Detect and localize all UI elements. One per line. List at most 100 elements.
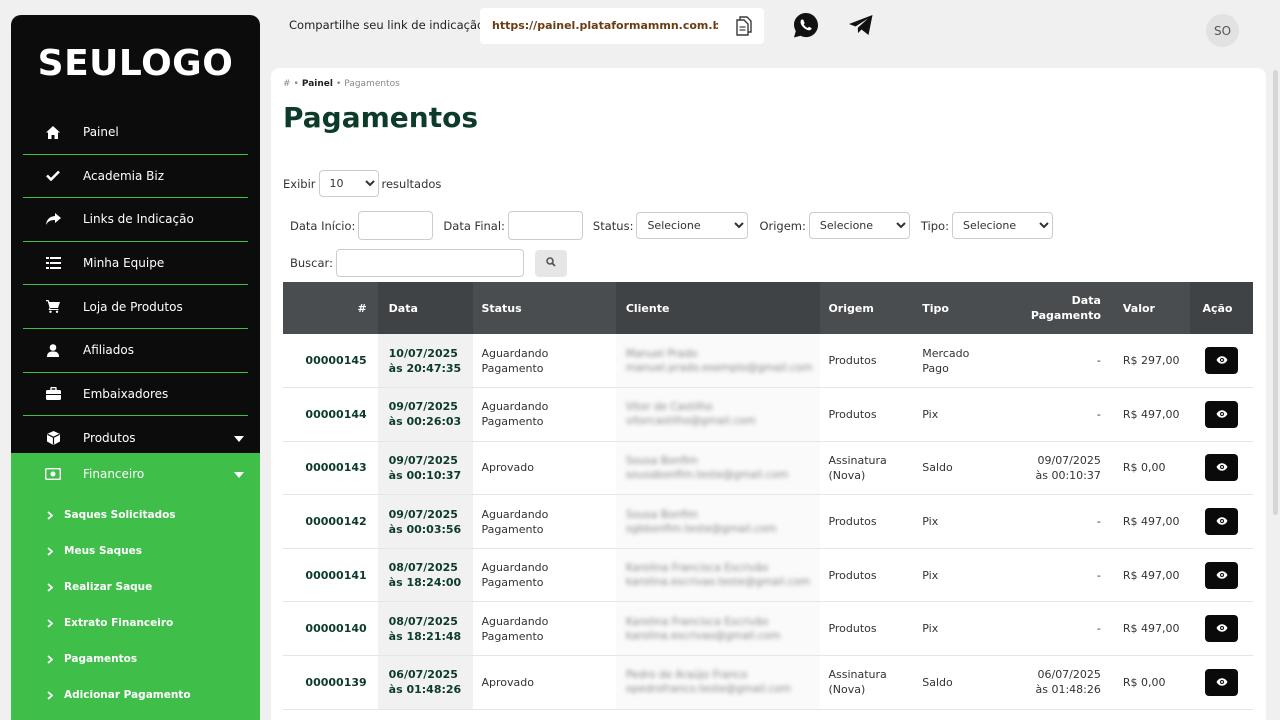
sidebar-item-embaixadores[interactable]: Embaixadores xyxy=(23,373,248,417)
cell-origin: Assinatura (Nova) xyxy=(820,656,914,710)
date-end-label: Data Final: xyxy=(443,218,505,233)
cell-date: 09/07/2025 às 00:10:37 xyxy=(377,441,474,495)
breadcrumb-separator: • xyxy=(335,79,342,89)
page-title: Pagamentos xyxy=(283,101,478,134)
chevron-right-icon xyxy=(47,546,53,556)
cell-origin-line1: Produtos xyxy=(828,515,877,529)
cell-date-time: às 01:48:26 xyxy=(388,683,462,697)
cell-type: Pix xyxy=(914,602,1000,656)
view-button[interactable] xyxy=(1205,454,1239,482)
cell-id[interactable]: 00000142 xyxy=(283,495,378,549)
submenu-item-saques-solicitados[interactable]: Saques Solicitados xyxy=(11,497,260,533)
cell-date-time: às 18:24:00 xyxy=(388,576,462,590)
table-row: 00000142 09/07/2025 às 00:03:56 Aguardando … xyxy=(283,494,1253,549)
sidebar-menu: Painel Academia Biz Links de Indicação M… xyxy=(11,111,260,460)
type-select[interactable]: Selecione xyxy=(951,212,1053,239)
col-header-action: Ação xyxy=(1190,282,1253,334)
date-start-input[interactable] xyxy=(358,211,434,240)
search-button[interactable] xyxy=(534,249,567,277)
sidebar-item-loja[interactable]: Loja de Produtos xyxy=(23,285,248,329)
show-label: Exibir xyxy=(283,176,316,191)
search-icon xyxy=(546,256,556,270)
cell-id[interactable]: 00000139 xyxy=(283,656,378,710)
view-button[interactable] xyxy=(1205,668,1239,696)
submenu-item-pagamentos[interactable]: Pagamentos xyxy=(11,641,260,677)
origin-select[interactable]: Selecione xyxy=(808,212,910,239)
submenu-item-adicionar-pagamento[interactable]: Adicionar Pagamento xyxy=(11,677,260,713)
col-header-status[interactable]: Status xyxy=(473,282,615,334)
cell-type-line1: Saldo xyxy=(922,675,953,689)
submenu-item-label: Saques Solicitados xyxy=(64,509,176,521)
breadcrumb-painel[interactable]: Painel xyxy=(302,79,333,89)
cell-paid-date-day: - xyxy=(1096,354,1101,368)
client-email: karolina.escrivao.teste@gmail.com xyxy=(625,576,811,589)
avatar[interactable]: SO xyxy=(1206,14,1239,47)
cell-paid-date-time: às 01:48:26 xyxy=(1035,683,1101,697)
sidebar-item-label: Painel xyxy=(83,125,119,140)
sidebar-item-links[interactable]: Links de Indicação xyxy=(23,198,248,242)
share-link-url[interactable]: https://painel.plataformammn.com.br/c... xyxy=(492,19,718,32)
cell-action xyxy=(1190,656,1253,710)
cell-id[interactable]: 00000144 xyxy=(283,388,378,442)
cell-paid-date: - xyxy=(1001,602,1109,656)
cell-date-time: às 00:26:03 xyxy=(388,415,462,429)
cell-id[interactable]: 00000140 xyxy=(283,602,378,656)
sidebar: SEULOGO Painel Academia Biz Links de Ind… xyxy=(11,15,260,720)
cart-icon xyxy=(42,300,64,314)
breadcrumb: # • Painel • Pagamentos xyxy=(283,79,400,89)
cell-type-line1: Pix xyxy=(922,568,939,582)
sidebar-item-minha-equipe[interactable]: Minha Equipe xyxy=(23,242,248,286)
search-label: Buscar: xyxy=(290,256,333,270)
copy-icon[interactable] xyxy=(736,16,752,40)
cell-value: R$ 497,00 xyxy=(1122,407,1180,421)
cube-icon xyxy=(42,430,64,445)
cell-origin: Produtos xyxy=(820,388,914,442)
date-end-input[interactable] xyxy=(507,211,583,240)
table-row: 00000143 09/07/2025 às 00:10:37 Aprovado Sou… xyxy=(283,441,1253,495)
sidebar-item-painel[interactable]: Painel xyxy=(23,111,248,155)
view-button[interactable] xyxy=(1205,347,1239,375)
col-header-value[interactable]: Valor xyxy=(1109,282,1191,334)
cell-paid-date: - xyxy=(1001,334,1109,388)
col-header-paid-date[interactable]: Data Pagamento xyxy=(1001,282,1109,334)
breadcrumb-home-icon[interactable]: # xyxy=(283,79,291,89)
cell-client: Vitor de Castilho vitorcastilho@gmail.com xyxy=(615,387,821,442)
submenu-item-realizar-saque[interactable]: Realizar Saque xyxy=(11,569,260,605)
cell-origin-line2: (Nova) xyxy=(828,468,866,482)
cell-id[interactable]: 00000141 xyxy=(283,548,378,602)
search-input[interactable] xyxy=(335,249,524,277)
client-email: sgbbonfim.teste@gmail.com xyxy=(625,522,777,535)
share-link-label: Compartilhe seu link de indicação: xyxy=(289,18,488,32)
view-button[interactable] xyxy=(1205,508,1239,536)
col-header-origin[interactable]: Origem xyxy=(820,282,914,334)
cell-date: 09/07/2025 às 00:26:03 xyxy=(377,387,474,442)
eye-icon xyxy=(1216,675,1228,690)
view-button[interactable] xyxy=(1205,400,1239,428)
col-header-id[interactable]: # xyxy=(283,282,378,334)
page-size-select[interactable]: 10 xyxy=(318,170,379,197)
cell-date: 06/07/2025 às 01:48:26 xyxy=(377,655,474,710)
sidebar-item-financeiro[interactable]: Financeiro xyxy=(11,453,260,495)
cell-client: Pedro de Araújo Franco opedrofranco.teste… xyxy=(615,655,821,710)
view-button[interactable] xyxy=(1205,615,1239,643)
cell-paid-date-day: - xyxy=(1096,407,1101,421)
col-header-type[interactable]: Tipo xyxy=(914,282,1000,334)
sidebar-item-academia-biz[interactable]: Academia Biz xyxy=(23,155,248,199)
status-select[interactable]: Selecione xyxy=(636,212,749,239)
telegram-icon[interactable] xyxy=(848,14,874,40)
eye-icon xyxy=(1216,621,1228,636)
view-button[interactable] xyxy=(1205,561,1239,589)
page-scrollbar[interactable] xyxy=(1273,0,1280,720)
cell-id[interactable]: 00000145 xyxy=(283,334,378,388)
sidebar-item-afiliados[interactable]: Afiliados xyxy=(23,329,248,373)
page-scrollbar-thumb[interactable] xyxy=(1273,70,1278,515)
top-bar: Compartilhe seu link de indicação: https… xyxy=(270,0,1280,60)
cell-status: Aprovado xyxy=(481,675,534,689)
col-header-client[interactable]: Cliente xyxy=(615,282,821,334)
cell-id[interactable]: 00000143 xyxy=(283,441,378,495)
col-header-date[interactable]: Data xyxy=(377,282,474,334)
submenu-item-meus-saques[interactable]: Meus Saques xyxy=(11,533,260,569)
submenu-item-extrato-financeiro[interactable]: Extrato Financeiro xyxy=(11,605,260,641)
sidebar-item-label: Minha Equipe xyxy=(83,256,165,271)
whatsapp-icon[interactable] xyxy=(793,12,819,43)
